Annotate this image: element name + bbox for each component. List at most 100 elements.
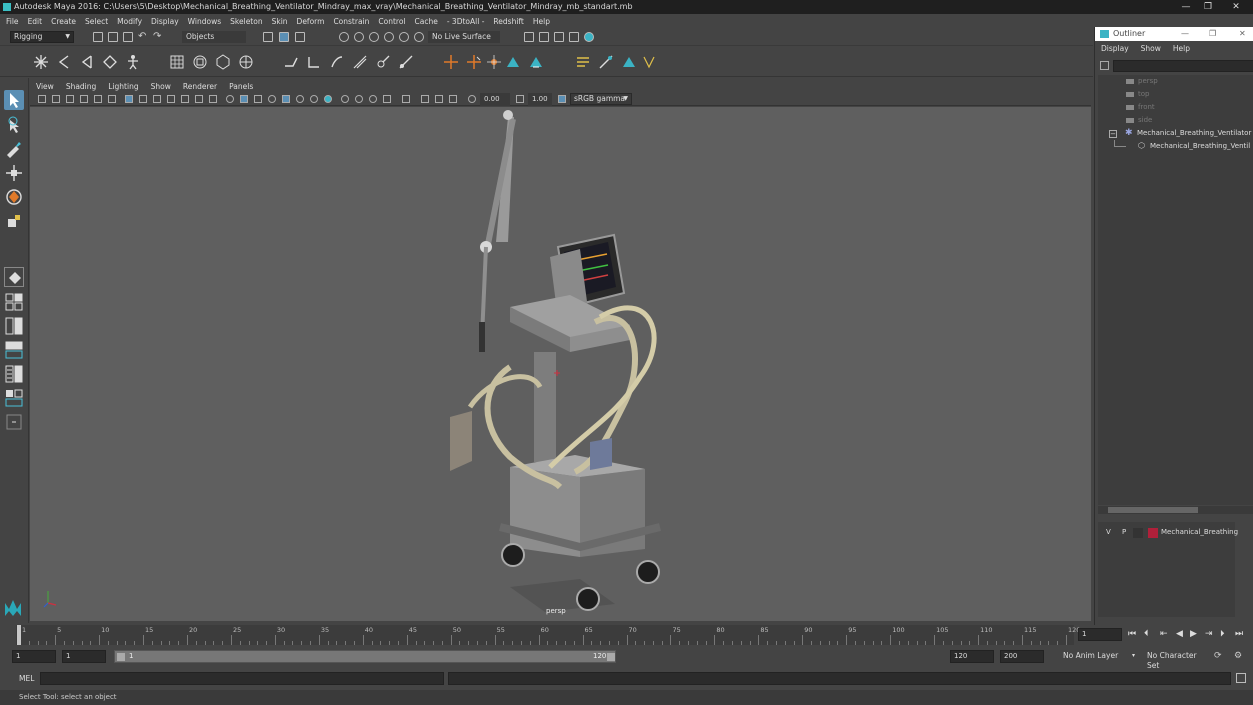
menu-modify[interactable]: Modify	[117, 17, 142, 26]
select-object-icon[interactable]	[279, 32, 289, 42]
layer-row[interactable]: V P Mechanical_Breathing	[1098, 526, 1238, 540]
copy-weights-icon[interactable]	[375, 54, 391, 70]
wrap-deformer-icon[interactable]	[192, 54, 208, 70]
menu-control[interactable]: Control	[378, 17, 405, 26]
step-forward-key-icon[interactable]: ⏵	[1220, 629, 1225, 639]
outliner-item-persp[interactable]: persp	[1098, 75, 1253, 88]
wireframe-on-shaded-icon[interactable]	[254, 95, 262, 103]
layer-reference-toggle[interactable]	[1133, 528, 1143, 538]
menu-create[interactable]: Create	[51, 17, 76, 26]
playback-end-field[interactable]: 120	[950, 650, 994, 663]
parent-constraint-icon[interactable]	[528, 54, 544, 70]
open-scene-icon[interactable]	[108, 32, 118, 42]
menu-skin[interactable]: Skin	[272, 17, 288, 26]
menu-skeleton[interactable]: Skeleton	[230, 17, 262, 26]
render-view-icon[interactable]	[524, 32, 534, 42]
ik-spline-icon[interactable]	[79, 54, 95, 70]
joint-tool-icon[interactable]	[33, 54, 49, 70]
render-settings-icon[interactable]	[569, 32, 579, 42]
menu-deform[interactable]: Deform	[297, 17, 325, 26]
wireframe-icon[interactable]	[226, 95, 234, 103]
outliner-horizontal-scrollbar[interactable]	[1098, 506, 1253, 514]
camera-attributes-icon[interactable]	[52, 95, 60, 103]
humanik-icon[interactable]	[125, 54, 141, 70]
blend-shape-icon[interactable]	[398, 54, 414, 70]
animation-preferences-icon[interactable]: ⚙	[1234, 651, 1242, 661]
xray-joints-icon[interactable]	[435, 95, 443, 103]
ambient-occlusion-icon[interactable]	[341, 95, 349, 103]
perspective-viewport[interactable]: persp	[30, 107, 1091, 621]
xray-active-icon[interactable]	[449, 95, 457, 103]
outliner-minimize-button[interactable]: —	[1181, 27, 1189, 41]
smooth-shade-icon[interactable]	[240, 95, 248, 103]
four-view-layout-icon[interactable]	[4, 292, 24, 312]
animation-end-field[interactable]: 200	[1000, 650, 1044, 663]
save-scene-icon[interactable]	[123, 32, 133, 42]
timeline-ruler[interactable]: 1 5 10 15 20 25 30 35 40 45 50 55 60 65 70 75 80 85 90 95 10…	[16, 625, 1080, 645]
snap-grid-icon[interactable]	[339, 32, 349, 42]
close-button[interactable]: ✕	[1226, 0, 1246, 14]
gate-mask-icon[interactable]	[167, 95, 175, 103]
tangent-constraint-icon[interactable]	[641, 54, 657, 70]
camera-select-icon[interactable]	[38, 95, 46, 103]
scrollbar-thumb[interactable]	[1108, 507, 1198, 513]
hypershade-layout-icon[interactable]	[4, 364, 24, 384]
orient-constraint-icon[interactable]	[466, 54, 482, 70]
menu-display[interactable]: Display	[151, 17, 179, 26]
menuset-dropdown[interactable]: Rigging ▼	[10, 31, 74, 43]
aim-constraint-icon[interactable]	[505, 54, 521, 70]
step-back-frame-icon[interactable]: ⇤	[1160, 629, 1168, 639]
anim-layer-dropdown[interactable]: No Anim Layer ▾	[1059, 650, 1139, 662]
field-chart-icon[interactable]	[181, 95, 189, 103]
image-plane-icon[interactable]	[80, 95, 88, 103]
outliner-item-front[interactable]: front	[1098, 101, 1253, 114]
menu-edit[interactable]: Edit	[28, 17, 43, 26]
safe-action-icon[interactable]	[195, 95, 203, 103]
character-set-dropdown[interactable]: No Character Set	[1143, 650, 1207, 670]
outliner-menu-show[interactable]: Show	[1141, 44, 1161, 57]
snap-view-plane-icon[interactable]	[384, 32, 394, 42]
redo-icon[interactable]: ↷	[153, 31, 161, 42]
new-scene-icon[interactable]	[93, 32, 103, 42]
menu-cache[interactable]: Cache	[415, 17, 438, 26]
bookmark-icon[interactable]	[66, 95, 74, 103]
select-tool-icon[interactable]	[4, 90, 24, 110]
viewport-menu-lighting[interactable]: Lighting	[108, 82, 138, 91]
isolate-select-icon[interactable]	[402, 95, 410, 103]
viewport-menu-renderer[interactable]: Renderer	[183, 82, 217, 91]
bind-skin-icon[interactable]	[283, 54, 299, 70]
outliner-menu-help[interactable]: Help	[1173, 44, 1190, 57]
shadows-icon[interactable]	[324, 95, 332, 103]
ipr-render-icon[interactable]	[554, 32, 564, 42]
persp-graph-layout-icon[interactable]	[4, 340, 24, 360]
select-hierarchy-icon[interactable]	[263, 32, 273, 42]
restore-button[interactable]: ❐	[1198, 0, 1218, 14]
command-input[interactable]	[40, 672, 444, 685]
playback-start-field[interactable]: 1	[62, 650, 106, 663]
outliner-item-top[interactable]: top	[1098, 88, 1253, 101]
scale-tool-icon[interactable]	[4, 211, 24, 231]
menu-select[interactable]: Select	[85, 17, 108, 26]
outliner-item-ventilator-mesh[interactable]: ⬡ Mechanical_Breathing_Ventil	[1098, 140, 1253, 153]
point-constraint-icon[interactable]	[443, 54, 459, 70]
menu-constrain[interactable]: Constrain	[333, 17, 369, 26]
single-view-layout-icon[interactable]	[4, 267, 24, 287]
command-language-toggle[interactable]: MEL	[19, 674, 34, 683]
viewport-menu-shading[interactable]: Shading	[66, 82, 96, 91]
hud-icon[interactable]	[421, 95, 429, 103]
outliner-restore-button[interactable]: ❐	[1209, 27, 1216, 41]
menu-help[interactable]: Help	[533, 17, 550, 26]
lattice-icon[interactable]	[169, 54, 185, 70]
outliner-item-ventilator-group[interactable]: − ✱ Mechanical_Breathing_Ventilator	[1098, 127, 1253, 140]
viewport-menu-view[interactable]: View	[36, 82, 54, 91]
outliner-search-input[interactable]	[1113, 60, 1253, 72]
geometry-constraint-icon[interactable]	[598, 54, 614, 70]
motion-blur-icon[interactable]	[355, 95, 363, 103]
outliner-item-side[interactable]: side	[1098, 114, 1253, 127]
anti-aliasing-icon[interactable]	[369, 95, 377, 103]
menu-3dtoall[interactable]: - 3DtoAll -	[447, 17, 485, 26]
scale-constraint-icon[interactable]	[486, 54, 502, 70]
xray-icon[interactable]	[282, 95, 290, 103]
depth-of-field-icon[interactable]	[383, 95, 391, 103]
go-to-end-icon[interactable]: ⏭	[1235, 629, 1243, 639]
